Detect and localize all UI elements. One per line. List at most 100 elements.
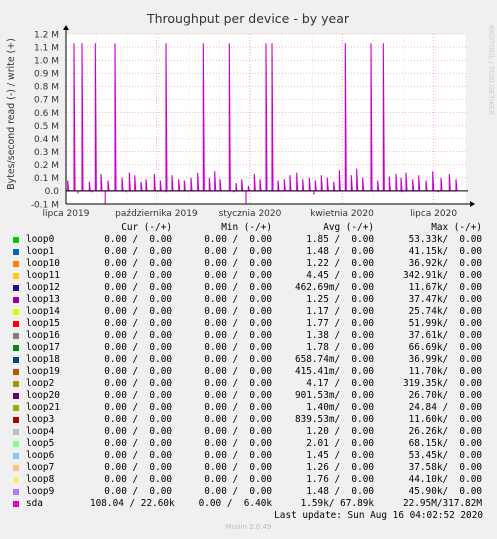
x-tick-label: kwietnia 2020 bbox=[310, 209, 374, 219]
legend-header-max: Max (-/+) bbox=[431, 222, 482, 233]
legend-device-name: loop18 bbox=[26, 354, 60, 365]
legend-avg-value: 1.76 / 0.00 bbox=[306, 474, 374, 485]
legend-avg-value: 1.40m/ 0.00 bbox=[306, 402, 374, 413]
x-tick-label: lipca 2020 bbox=[410, 209, 457, 219]
legend-min-value: 0.00 / 0.00 bbox=[204, 474, 272, 485]
legend-device-name: loop10 bbox=[26, 258, 60, 269]
legend-min-value: 0.00 / 0.00 bbox=[204, 438, 272, 449]
legend-min-value: 0.00 / 0.00 bbox=[204, 390, 272, 401]
legend-cur-value: 0.00 / 0.00 bbox=[104, 234, 172, 245]
legend-min-value: 0.00 / 0.00 bbox=[204, 270, 272, 281]
legend-max-value: 24.84 / 0.00 bbox=[408, 402, 482, 413]
legend-max-value: 11.60k/ 0.00 bbox=[408, 414, 482, 425]
legend-row: loop20 0.00 / 0.00 0.00 / 0.00 901.53m/ 0.0… bbox=[0, 390, 497, 402]
y-tick-label: 0.3 M bbox=[34, 148, 59, 158]
legend-swatch bbox=[13, 273, 19, 279]
legend-max-value: 36.92k/ 0.00 bbox=[408, 258, 482, 269]
legend-min-value: 0.00 / 0.00 bbox=[204, 234, 272, 245]
legend-avg-value: 462.69m/ 0.00 bbox=[294, 282, 374, 293]
legend-cur-value: 0.00 / 0.00 bbox=[104, 450, 172, 461]
legend-row: loop11 0.00 / 0.00 0.00 / 0.00 4.45 / 0.00 3… bbox=[0, 270, 497, 282]
legend-swatch bbox=[13, 237, 19, 243]
legend-swatch bbox=[13, 465, 19, 471]
legend-row: loop7 0.00 / 0.00 0.00 / 0.00 1.26 / 0.00 37… bbox=[0, 462, 497, 474]
legend-max-value: 53.33k/ 0.00 bbox=[408, 234, 482, 245]
legend-device-name: loop3 bbox=[26, 414, 55, 425]
legend-row: loop6 0.00 / 0.00 0.00 / 0.00 1.45 / 0.00 53… bbox=[0, 450, 497, 462]
chart-title: Throughput per device - by year bbox=[146, 11, 350, 26]
legend-cur-value: 0.00 / 0.00 bbox=[104, 474, 172, 485]
legend-device-name: loop5 bbox=[26, 438, 55, 449]
legend-min-value: 0.00 / 0.00 bbox=[204, 282, 272, 293]
legend-avg-value: 1.59k/ 67.89k bbox=[300, 498, 374, 509]
legend-min-value: 0.00 / 0.00 bbox=[204, 462, 272, 473]
legend-header-cur: Cur (-/+) bbox=[121, 222, 172, 233]
legend-cur-value: 0.00 / 0.00 bbox=[104, 378, 172, 389]
legend-rows: loop0 0.00 / 0.00 0.00 / 0.00 1.85 / 0.00 53… bbox=[0, 234, 497, 510]
legend-swatch bbox=[13, 261, 19, 267]
legend-swatch bbox=[13, 441, 19, 447]
legend-row: loop10 0.00 / 0.00 0.00 / 0.00 1.22 / 0.00 3… bbox=[0, 258, 497, 270]
throughput-chart: Throughput per device - by year Bytes/se… bbox=[6, 11, 495, 219]
legend-cur-value: 0.00 / 0.00 bbox=[104, 342, 172, 353]
legend-max-value: 41.15k/ 0.00 bbox=[408, 246, 482, 257]
legend-min-value: 0.00 / 0.00 bbox=[204, 414, 272, 425]
legend-swatch bbox=[13, 369, 19, 375]
y-axis-label: Bytes/second read (-) / write (+) bbox=[6, 38, 17, 190]
legend-avg-value: 2.01 / 0.00 bbox=[306, 438, 374, 449]
legend-max-value: 25.74k/ 0.00 bbox=[408, 306, 482, 317]
legend-min-value: 0.00 / 0.00 bbox=[204, 330, 272, 341]
legend-row: loop14 0.00 / 0.00 0.00 / 0.00 1.17 / 0.00 2… bbox=[0, 306, 497, 318]
legend-swatch bbox=[13, 501, 19, 507]
x-tick-label: października 2019 bbox=[115, 209, 198, 219]
legend-row: loop17 0.00 / 0.00 0.00 / 0.00 1.78 / 0.00 6… bbox=[0, 342, 497, 354]
legend-row: loop5 0.00 / 0.00 0.00 / 0.00 2.01 / 0.00 68… bbox=[0, 438, 497, 450]
y-tick-label: 1.0 M bbox=[34, 56, 59, 66]
legend-swatch bbox=[13, 429, 19, 435]
legend-cur-value: 0.00 / 0.00 bbox=[104, 318, 172, 329]
munin-version: Munin 2.0.49 bbox=[225, 523, 272, 531]
legend-cur-value: 0.00 / 0.00 bbox=[104, 330, 172, 341]
legend-row: loop1 0.00 / 0.00 0.00 / 0.00 1.48 / 0.00 41… bbox=[0, 246, 497, 258]
y-tick-label: 0.1 M bbox=[34, 174, 59, 184]
legend-row: loop9 0.00 / 0.00 0.00 / 0.00 1.48 / 0.00 45… bbox=[0, 486, 497, 498]
legend-cur-value: 0.00 / 0.00 bbox=[104, 390, 172, 401]
legend-avg-value: 1.20 / 0.00 bbox=[306, 426, 374, 437]
legend-min-value: 0.00 / 0.00 bbox=[204, 342, 272, 353]
legend-device-name: loop8 bbox=[26, 474, 55, 485]
legend-max-value: 68.15k/ 0.00 bbox=[408, 438, 482, 449]
legend-avg-value: 1.48 / 0.00 bbox=[306, 246, 374, 257]
legend-cur-value: 0.00 / 0.00 bbox=[104, 486, 172, 497]
legend-avg-value: 1.77 / 0.00 bbox=[306, 318, 374, 329]
y-tick-label: 0.5 M bbox=[34, 122, 59, 132]
legend-swatch bbox=[13, 393, 19, 399]
legend-max-value: 11.67k/ 0.00 bbox=[408, 282, 482, 293]
legend-min-value: 0.00 / 0.00 bbox=[204, 306, 272, 317]
legend-row: loop3 0.00 / 0.00 0.00 / 0.00 839.53m/ 0.00… bbox=[0, 414, 497, 426]
legend-swatch bbox=[13, 297, 19, 303]
y-tick-label: 0.4 M bbox=[34, 135, 59, 145]
legend-cur-value: 0.00 / 0.00 bbox=[104, 414, 172, 425]
legend-avg-value: 4.17 / 0.00 bbox=[306, 378, 374, 389]
legend-row: sda 108.04 / 22.60k 0.00 / 6.40k 1.59k/ 67.… bbox=[0, 498, 497, 510]
legend-cur-value: 0.00 / 0.00 bbox=[104, 462, 172, 473]
legend-header-min: Min (-/+) bbox=[221, 222, 272, 233]
legend-max-value: 51.99k/ 0.00 bbox=[408, 318, 482, 329]
y-tick-label: 0.6 M bbox=[34, 109, 59, 119]
legend-avg-value: 901.53m/ 0.00 bbox=[294, 390, 374, 401]
legend-row: loop0 0.00 / 0.00 0.00 / 0.00 1.85 / 0.00 53… bbox=[0, 234, 497, 246]
legend-max-value: 44.10k/ 0.00 bbox=[408, 474, 482, 485]
legend-swatch bbox=[13, 333, 19, 339]
legend-swatch bbox=[13, 309, 19, 315]
x-axis-arrow bbox=[470, 201, 475, 207]
x-tick-labels: lipca 2019 października 2019 stycznia 2020… bbox=[43, 209, 458, 219]
legend-cur-value: 0.00 / 0.00 bbox=[104, 438, 172, 449]
legend-avg-value: 4.45 / 0.00 bbox=[306, 270, 374, 281]
legend-row: loop2 0.00 / 0.00 0.00 / 0.00 4.17 / 0.00 31… bbox=[0, 378, 497, 390]
legend-device-name: loop21 bbox=[26, 402, 60, 413]
legend-min-value: 0.00 / 0.00 bbox=[204, 366, 272, 377]
legend-min-value: 0.00 / 0.00 bbox=[204, 294, 272, 305]
legend-avg-value: 1.17 / 0.00 bbox=[306, 306, 374, 317]
legend-cur-value: 0.00 / 0.00 bbox=[104, 354, 172, 365]
last-update: Last update: Sun Aug 16 04:02:52 2020 bbox=[274, 510, 483, 521]
